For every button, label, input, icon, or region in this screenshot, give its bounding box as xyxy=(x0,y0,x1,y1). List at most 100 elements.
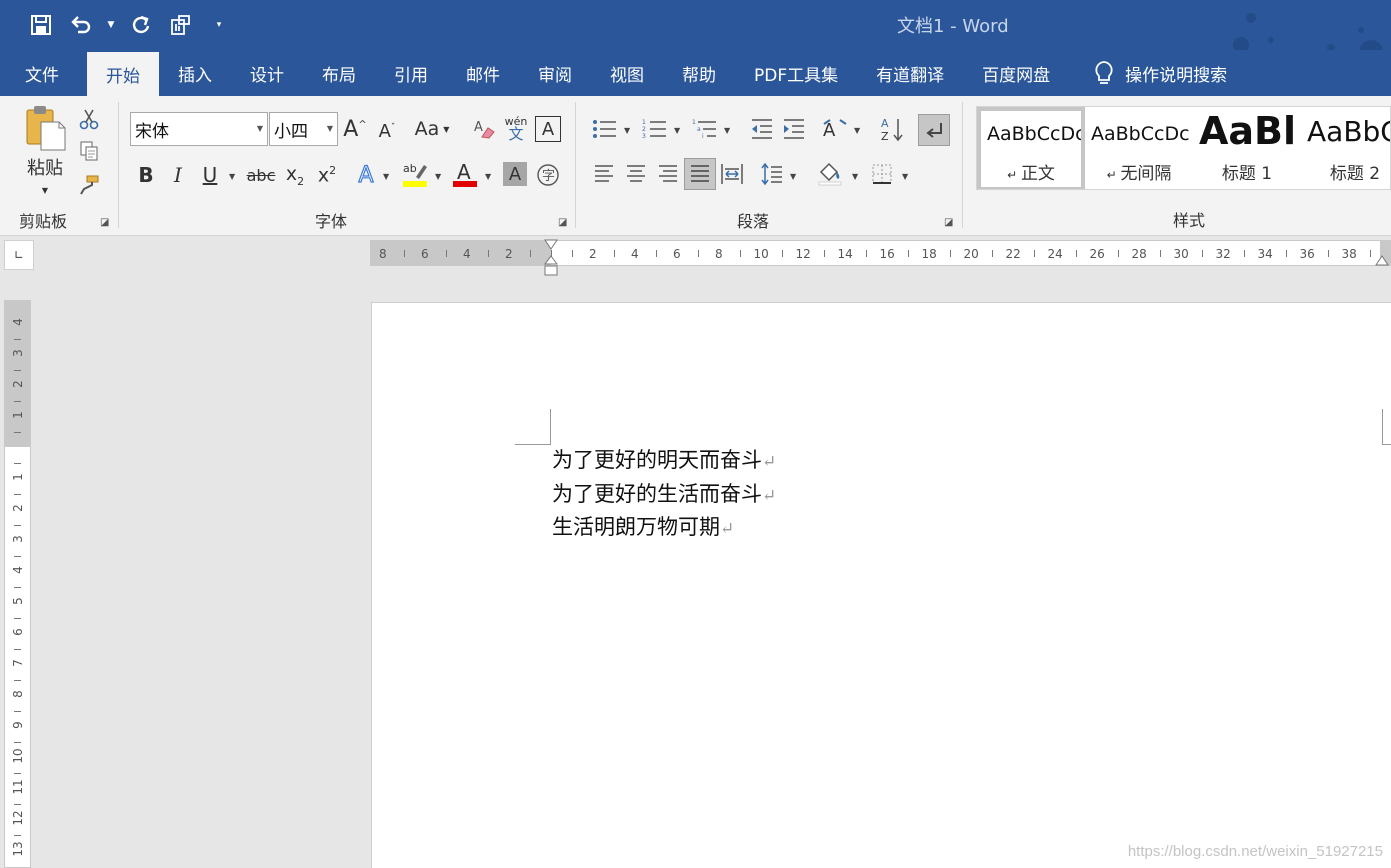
change-case-button[interactable]: Aa ▼ xyxy=(411,114,453,144)
clear-formatting-button[interactable]: A xyxy=(471,114,499,144)
paste-button[interactable]: 粘贴 ▼ xyxy=(20,104,70,200)
style-no-spacing[interactable]: AaBbCcDc ↵ 无间隔 xyxy=(1085,107,1193,189)
ruler-tick-label: 3 xyxy=(11,535,25,543)
italic-icon: I xyxy=(174,163,182,187)
character-border-button[interactable]: A xyxy=(535,116,561,142)
tab-insert[interactable]: 插入 xyxy=(159,50,231,96)
tab-review[interactable]: 审阅 xyxy=(519,50,591,96)
paragraph[interactable]: 生活明朗万物可期↵ xyxy=(552,512,776,546)
multilevel-list-button[interactable]: 1ai xyxy=(690,116,720,142)
font-size-dropdown-icon[interactable]: ▼ xyxy=(327,124,333,133)
chinese-layout-dropdown-icon[interactable]: ▼ xyxy=(854,126,860,135)
text-effects-button[interactable]: A xyxy=(353,160,379,190)
clipboard-launcher-icon[interactable]: ◪ xyxy=(100,217,112,229)
svg-text:a: a xyxy=(697,126,701,133)
underline-button[interactable]: U xyxy=(197,160,223,190)
ruler-tick-label: 6 xyxy=(673,247,681,261)
subscript-button[interactable]: x2 xyxy=(281,160,309,190)
tab-view[interactable]: 视图 xyxy=(591,50,663,96)
enclose-characters-button[interactable]: 字 xyxy=(535,160,561,190)
shading-button[interactable] xyxy=(814,158,846,188)
numbering-button[interactable]: 123 xyxy=(640,116,670,142)
tab-references[interactable]: 引用 xyxy=(375,50,447,96)
text-effects-dropdown-icon[interactable]: ▼ xyxy=(383,172,389,181)
numbering-dropdown-icon[interactable]: ▼ xyxy=(674,126,680,135)
bold-button[interactable]: B xyxy=(133,160,159,190)
horizontal-ruler[interactable]: 8 6 4 2 2 4 6 8 10 12 14 16 18 20 22 24 26 28 30 32 34 36 38 xyxy=(370,239,1391,276)
highlight-dropdown-icon[interactable]: ▼ xyxy=(435,172,441,181)
tab-youdao-translate[interactable]: 有道翻译 xyxy=(857,50,963,96)
copy-button[interactable] xyxy=(76,138,102,164)
style-heading-2[interactable]: AaBbC 标题 2 xyxy=(1301,107,1390,189)
ruler-tick xyxy=(14,369,21,371)
hanging-indent-marker-icon[interactable] xyxy=(544,255,558,277)
tab-baidu-netdisk[interactable]: 百度网盘 xyxy=(963,50,1069,96)
strikethrough-button[interactable]: abc xyxy=(245,160,277,190)
touch-mode-button[interactable] xyxy=(164,9,198,41)
italic-button[interactable]: I xyxy=(165,160,191,190)
tab-home[interactable]: 开始 xyxy=(87,52,159,96)
paragraph[interactable]: 为了更好的明天而奋斗↵ xyxy=(552,445,776,479)
line-spacing-dropdown-icon[interactable]: ▼ xyxy=(790,172,796,181)
style-normal[interactable]: AaBbCcDc ↵ 正文 xyxy=(977,107,1085,189)
bullets-button[interactable] xyxy=(590,116,620,142)
shrink-font-button[interactable]: Aˇ xyxy=(373,116,401,146)
superscript-button[interactable]: x2 xyxy=(313,160,341,190)
distributed-button[interactable] xyxy=(718,160,746,188)
justify-button[interactable] xyxy=(684,158,716,190)
multilevel-list-dropdown-icon[interactable]: ▼ xyxy=(724,126,730,135)
document-body[interactable]: 为了更好的明天而奋斗↵ 为了更好的生活而奋斗↵ 生活明朗万物可期↵ xyxy=(552,445,776,546)
align-left-button[interactable] xyxy=(590,160,618,188)
paragraph-mark-icon: ↵ xyxy=(762,485,777,506)
tab-design[interactable]: 设计 xyxy=(231,50,303,96)
ruler-tick xyxy=(14,338,21,340)
paragraph-launcher-icon[interactable]: ◪ xyxy=(944,217,956,229)
show-formatting-marks-button[interactable] xyxy=(918,114,950,146)
font-launcher-icon[interactable]: ◪ xyxy=(558,217,570,229)
tab-layout[interactable]: 布局 xyxy=(303,50,375,96)
bullets-dropdown-icon[interactable]: ▼ xyxy=(624,126,630,135)
decrease-indent-button[interactable] xyxy=(748,116,776,142)
phonetic-guide-button[interactable]: wén 文 xyxy=(503,112,529,146)
font-name-dropdown-icon[interactable]: ▼ xyxy=(257,124,263,133)
paragraph[interactable]: 为了更好的生活而奋斗↵ xyxy=(552,479,776,513)
document-page[interactable]: 为了更好的明天而奋斗↵ 为了更好的生活而奋斗↵ 生活明朗万物可期↵ https:… xyxy=(371,302,1391,868)
format-painter-button[interactable] xyxy=(76,172,102,198)
tab-file[interactable]: 文件 xyxy=(0,50,87,96)
tab-pdf-tools[interactable]: PDF工具集 xyxy=(735,50,857,96)
tab-help[interactable]: 帮助 xyxy=(663,50,735,96)
ruler-tick-label: 14 xyxy=(837,247,853,261)
save-button[interactable] xyxy=(24,9,58,41)
undo-dropdown-icon[interactable]: ▼ xyxy=(104,9,118,41)
increase-indent-button[interactable] xyxy=(780,116,808,142)
character-shading-button[interactable]: A xyxy=(503,162,527,186)
highlight-button[interactable]: ab xyxy=(401,158,429,190)
tab-selector[interactable]: ∟ xyxy=(4,240,34,270)
borders-button[interactable] xyxy=(868,160,896,188)
left-tab-icon: ∟ xyxy=(13,248,25,262)
undo-button[interactable] xyxy=(64,9,98,41)
font-size-combo[interactable]: 小四 ▼ xyxy=(269,112,338,146)
sort-button[interactable]: AZ xyxy=(878,114,906,144)
font-color-button[interactable]: A xyxy=(451,158,479,190)
paste-dropdown-icon[interactable]: ▼ xyxy=(42,186,48,195)
vertical-ruler[interactable]: 4 3 2 1 1 2 3 4 5 6 7 8 9 10 11 12 13 xyxy=(4,300,31,868)
align-center-button[interactable] xyxy=(622,160,650,188)
right-indent-marker-icon[interactable] xyxy=(1375,255,1389,267)
font-name-combo[interactable]: 宋体 ▼ xyxy=(130,112,268,146)
customize-qat-icon[interactable]: ▾ xyxy=(212,9,226,41)
align-right-button[interactable] xyxy=(654,160,682,188)
borders-dropdown-icon[interactable]: ▼ xyxy=(902,172,908,181)
line-spacing-button[interactable] xyxy=(758,160,786,188)
tab-mailings[interactable]: 邮件 xyxy=(447,50,519,96)
font-color-dropdown-icon[interactable]: ▼ xyxy=(485,172,491,181)
chinese-layout-button[interactable]: A xyxy=(820,116,850,142)
redo-button[interactable] xyxy=(124,9,158,41)
underline-dropdown-icon[interactable]: ▼ xyxy=(229,172,235,181)
grow-font-button[interactable]: A^ xyxy=(341,114,369,144)
cut-button[interactable] xyxy=(76,106,102,132)
shading-dropdown-icon[interactable]: ▼ xyxy=(852,172,858,181)
style-heading-1[interactable]: AaBl 标题 1 xyxy=(1193,107,1301,189)
ruler-tick xyxy=(740,250,741,257)
tell-me-search[interactable]: 操作说明搜索 xyxy=(1069,50,1227,96)
